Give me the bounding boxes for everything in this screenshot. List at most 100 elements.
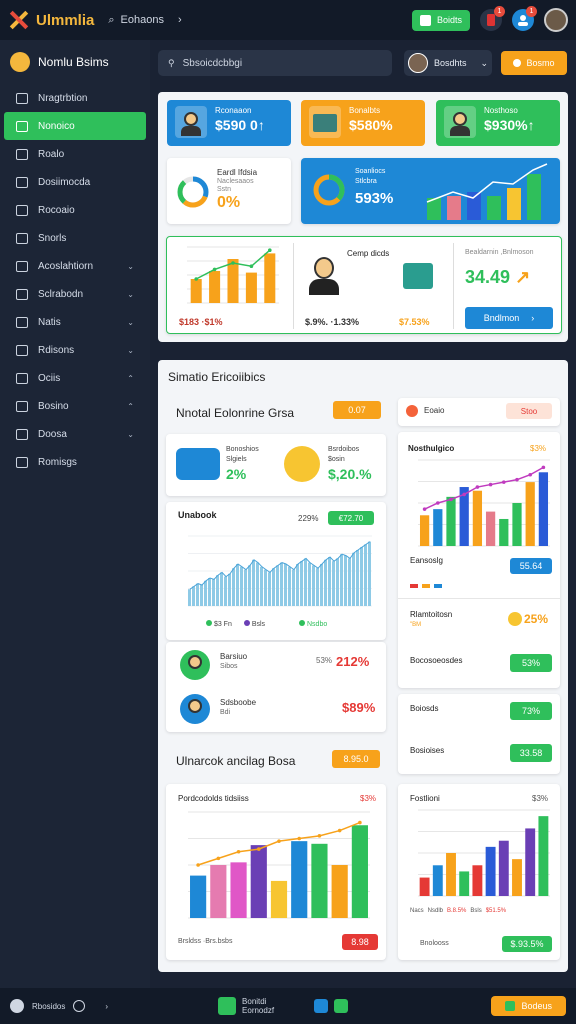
area-chart (188, 535, 372, 607)
chart-bar (227, 259, 239, 303)
metrics-card[interactable]: Bonoshios Slgiels 2% Bsrdoibos $osin $,2… (166, 434, 386, 496)
chart-bar (240, 566, 243, 606)
sidebar-item-icon (16, 232, 28, 244)
left-group-title: Nnotal Eolonrine Grsa (176, 406, 295, 420)
sidebar-item-icon (16, 288, 28, 300)
chart-point (462, 492, 466, 497)
lower-left-chart-card[interactable]: Pordcodolds tidsiiss $3% Brsldss ·Brs.bs… (166, 784, 386, 960)
summary-card[interactable]: $183 ·$1% Cemp dicds $.9%. ·1.33% $7.53%… (166, 236, 562, 334)
chart-footer-pill[interactable]: 8.98 (342, 934, 378, 950)
top-search[interactable]: ⌕ Eohaons › (108, 14, 181, 27)
blue-label1: Soanliocs (355, 168, 386, 175)
legend (410, 584, 442, 588)
right-list-card[interactable]: Boiosds 73% Bosioises 33.58 (398, 694, 560, 774)
messages-button[interactable]: 1 (512, 6, 537, 31)
sidebar-item-icon (16, 428, 28, 440)
chevron-right-icon: › (177, 14, 182, 26)
chevron-right-icon[interactable]: › (105, 1002, 108, 1011)
sidebar-item-8[interactable]: Natis ⌄ (4, 308, 146, 336)
chart-bar (348, 558, 351, 606)
bar-chart (418, 459, 550, 547)
chart-footer-label: Bnolooss (420, 940, 449, 947)
kpi-value: $590 0↑ (215, 117, 265, 133)
chart-bar (485, 511, 496, 546)
chart-bar (525, 482, 535, 546)
row-pill[interactable]: 73% (510, 702, 552, 720)
sidebar-item-label: Romisgs (38, 456, 77, 468)
donut-sub2: Sstn (217, 186, 232, 193)
area-chart-card[interactable]: Unabook 229% €72.70 $3 Fn Bsls Nsdbo (166, 502, 386, 640)
user-menu[interactable]: Bosdhts ⌄ (404, 50, 492, 76)
search-input[interactable]: ⚲ Sbsoicdcbbgi (158, 50, 392, 76)
chart-bar (264, 253, 276, 303)
sidebar-item-6[interactable]: Acoslahtiorn ⌄ (4, 252, 146, 280)
share-icon[interactable] (314, 999, 329, 1013)
sidebar-item-5[interactable]: Snorls (4, 224, 146, 252)
sidebar-item-3[interactable]: Dosiimocda (4, 168, 146, 196)
sidebar-item-13[interactable]: Romisgs (4, 448, 146, 476)
legend-label: $3 Fn (213, 621, 232, 628)
chart-title: Nosthulgico (408, 444, 455, 453)
legend-dot (206, 620, 212, 626)
section-title: Simatio Ericoiibics (168, 370, 266, 384)
kpi-card-2[interactable]: Bonalbts $580% (301, 100, 425, 146)
chart-point (488, 482, 493, 487)
bottom-mid-label2: Eornodzf (242, 1006, 275, 1015)
info-icon[interactable] (73, 1000, 86, 1012)
right-chart-card[interactable]: Nosthulgico $3% Eansoslg 55.64 Rlamtoito… (398, 432, 560, 688)
sidebar-item-12[interactable]: Doosa ⌄ (4, 420, 146, 448)
chart-pill[interactable]: €72.70 (328, 511, 374, 525)
left-group-badge[interactable]: 0.07 (333, 401, 381, 419)
row-pill[interactable]: 53% (510, 654, 552, 672)
cash-register-icon (309, 106, 341, 138)
chart-bar (432, 865, 443, 896)
sidebar-item-7[interactable]: Sclrabodn ⌄ (4, 280, 146, 308)
lower-left-badge[interactable]: 8.95.0 (332, 750, 380, 768)
sidebar-item-10[interactable]: Ociis ⌃ (4, 364, 146, 392)
donut-card[interactable]: Eardl Ifdsia Naclesaaos Sstn 0% (167, 158, 291, 224)
orange-header-button[interactable]: Bosmo (501, 51, 567, 75)
sidebar-item-1[interactable]: Nonoico (4, 112, 146, 140)
chart-bar (230, 862, 247, 918)
search-icon: ⌕ (108, 13, 115, 26)
summary-button[interactable]: Bndlmon › (465, 307, 553, 329)
chart-bar (208, 578, 211, 606)
right-group-badge[interactable]: Stoo (506, 403, 552, 419)
kpi-card-3[interactable]: Nosthoso $930%↑ (436, 100, 560, 146)
chart-bar (292, 569, 295, 606)
chart-point (194, 277, 198, 281)
chart-footer-pill-text: $.93.5% (510, 939, 544, 949)
blue-chart-card[interactable]: Soanliocs Stlcbra 593% (301, 158, 560, 224)
chart-bar (190, 875, 207, 918)
help-icon[interactable] (10, 999, 24, 1013)
sidebar-item-2[interactable]: Roalo (4, 140, 146, 168)
kpi-card-1[interactable]: Rconaaon $590 0↑ (167, 100, 291, 146)
bell-icon (513, 59, 522, 67)
green-action-button[interactable]: Boidts (411, 9, 470, 31)
bottom-orange-button[interactable]: Bodeus (491, 996, 566, 1016)
sidebar-item-0[interactable]: Nragtrbtion (4, 84, 146, 112)
sidebar-item-9[interactable]: Rdisons ⌄ (4, 336, 146, 364)
sidebar-header: Nomlu Bsims (0, 40, 150, 84)
chart-bar (472, 865, 483, 896)
right-group-card[interactable]: Eoaio Stoo (398, 398, 560, 426)
sidebar-item-11[interactable]: Bosino ⌃ (4, 392, 146, 420)
app-logo[interactable]: Ulmmlia (8, 11, 94, 29)
sidebar-item-4[interactable]: Rocoaio (4, 196, 146, 224)
lower-right-chart-card[interactable]: Fostlioni $3% Nacs Nsdlb B.8.5% Bsls $51… (398, 784, 560, 960)
mid-value: $7.53% (399, 317, 430, 327)
donut-sub1: Naclesaaos (217, 178, 254, 185)
row-pill[interactable]: 33.58 (510, 744, 552, 762)
legend-item: Bsls (243, 620, 265, 628)
coin-icon (508, 612, 522, 626)
chat-icon[interactable] (334, 999, 349, 1013)
chart-footer-pill[interactable]: $.93.5% (502, 936, 552, 952)
user-avatar[interactable] (544, 8, 568, 32)
right-pill-1[interactable]: 55.64 (510, 558, 552, 574)
chart-bar (204, 580, 207, 606)
chart-pill-text: €72.70 (338, 513, 364, 523)
list-row-1[interactable]: Barsiuo Sibos 53% 212% Sdsboobe Bdi $89% (166, 642, 386, 732)
notification-button[interactable]: 1 (480, 6, 505, 31)
avatar (180, 694, 210, 724)
row-value: 25% (524, 612, 549, 626)
